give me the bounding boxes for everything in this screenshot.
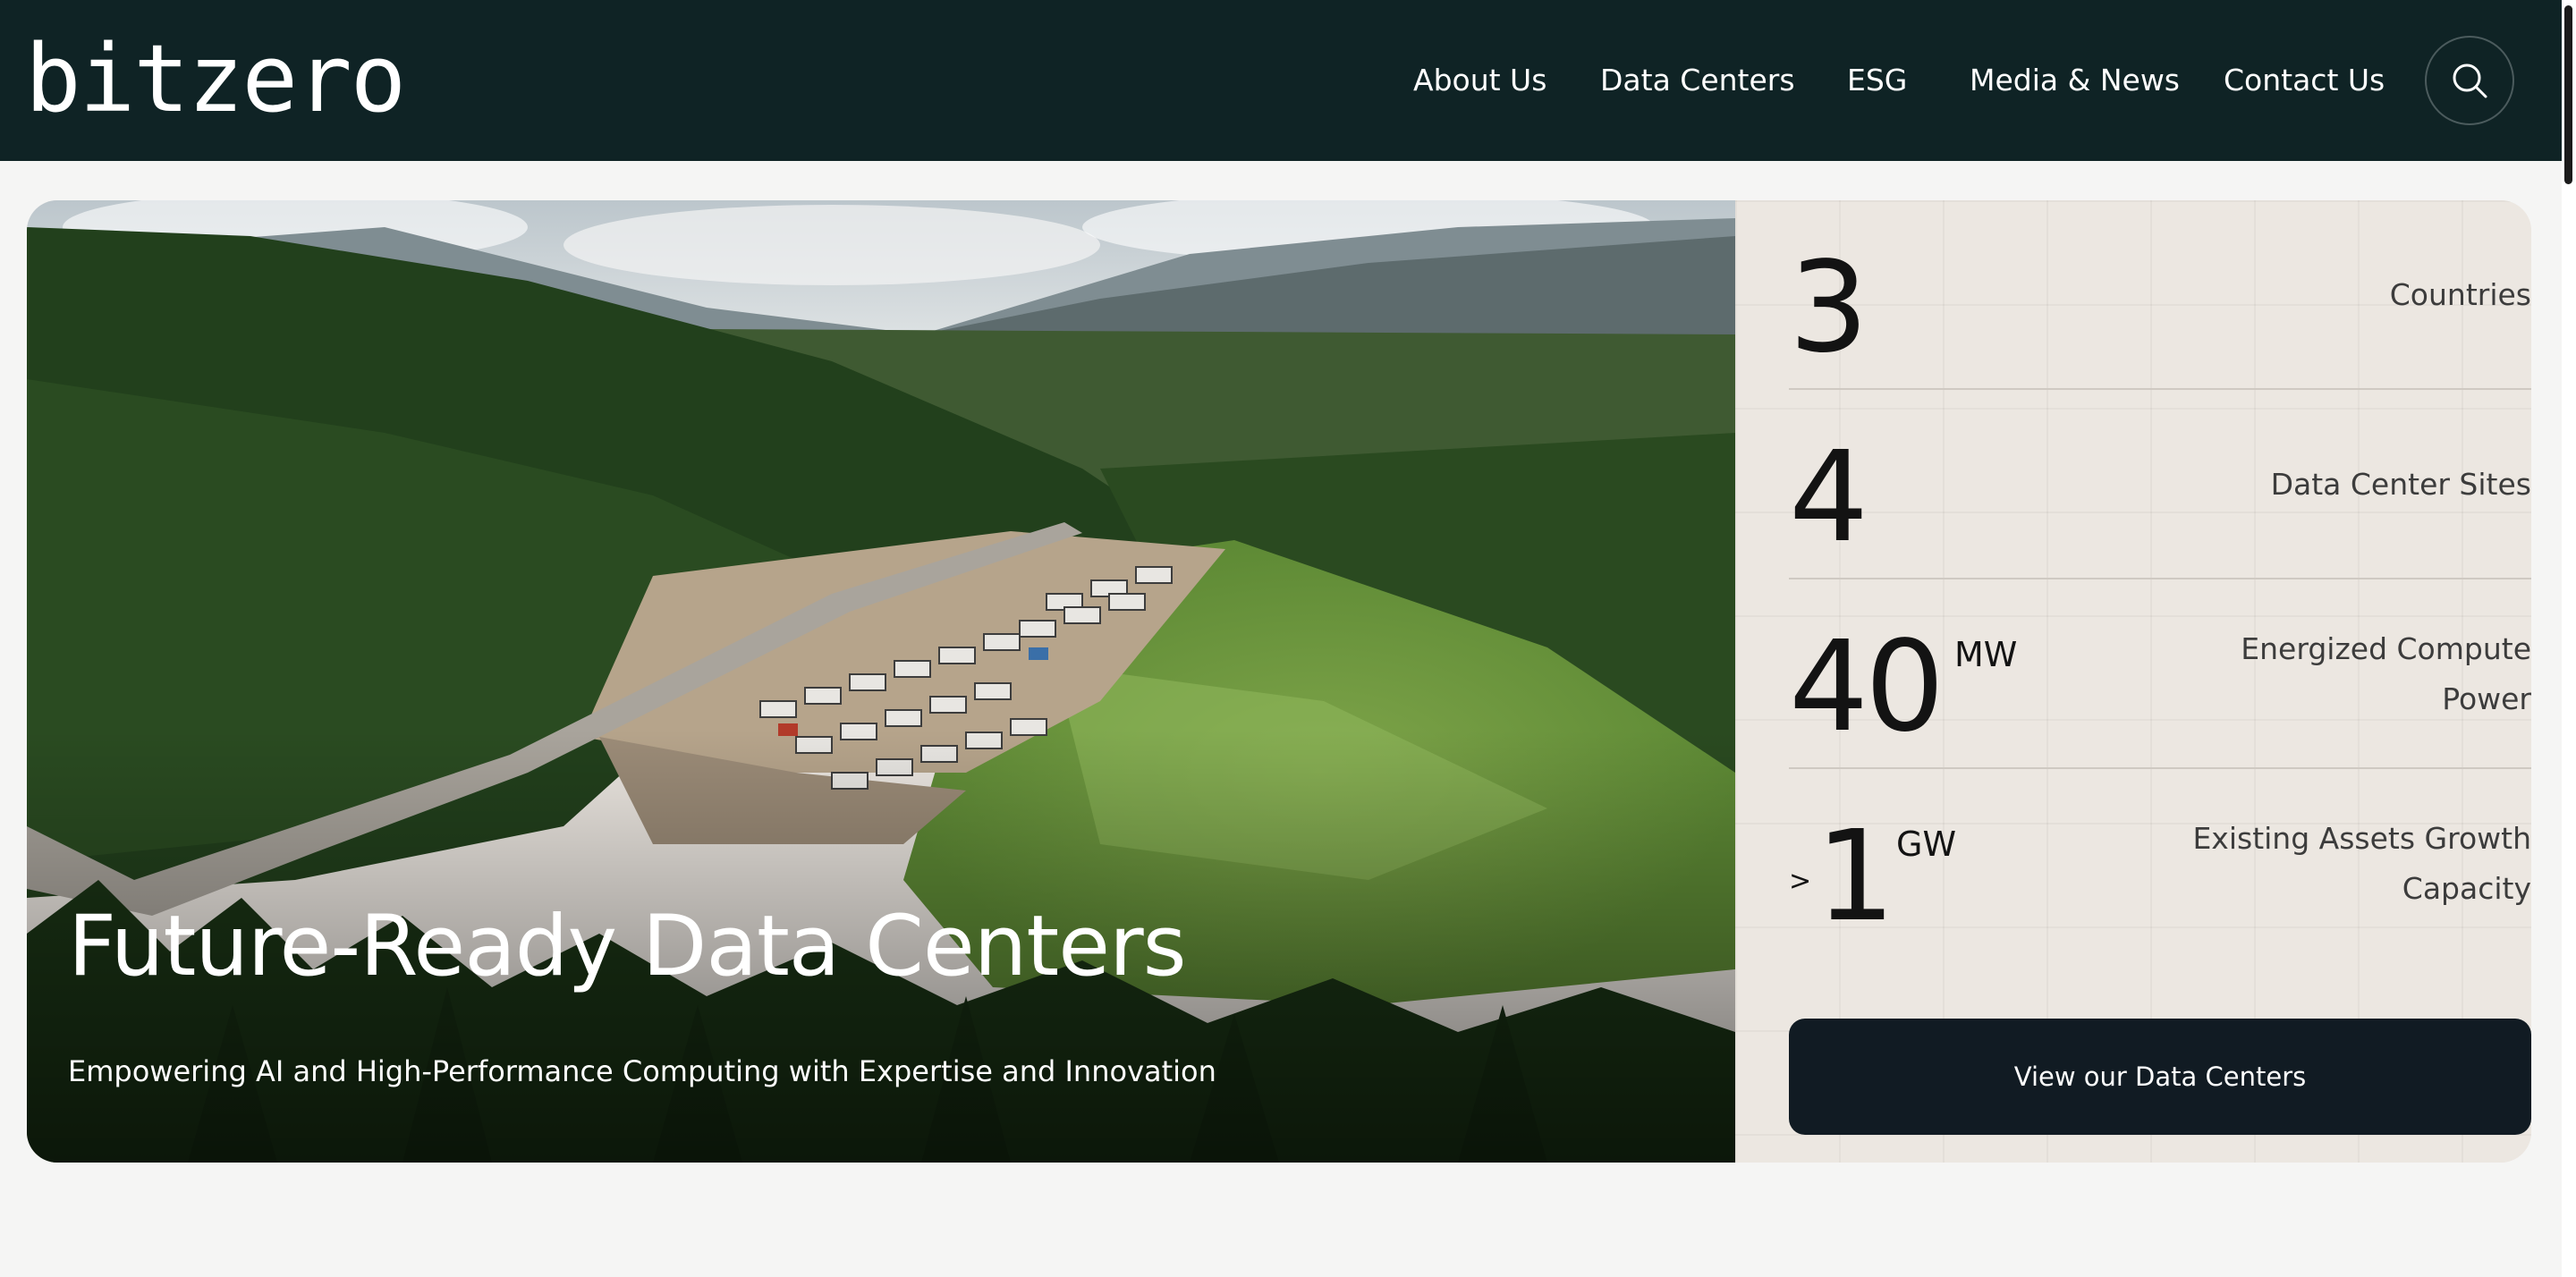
stat-unit: GW	[1896, 825, 1957, 864]
hero-card: Future-Ready Data Centers Empowering AI …	[27, 200, 2531, 1163]
stat-value: 1	[1816, 804, 1895, 950]
nav-esg[interactable]: ESG	[1847, 61, 1907, 100]
hero-subtitle: Empowering AI and High-Performance Compu…	[68, 1054, 1216, 1088]
hero-title: Future-Ready Data Centers	[68, 898, 1187, 995]
stat-label: Energized Compute Power	[2241, 631, 2531, 716]
aerial-forest-photo	[27, 200, 1735, 1163]
stat-label: Existing Assets Growth Capacity	[2192, 821, 2531, 906]
stat-value: 4	[1789, 425, 1868, 571]
scrollbar-track[interactable]	[2562, 0, 2576, 1277]
stat-data-center-sites: 4 Data Center Sites	[1789, 390, 2531, 579]
stat-label: Data Center Sites	[2270, 467, 2531, 502]
stat-countries: 3 Countries	[1789, 200, 2531, 390]
search-icon	[2453, 63, 2487, 98]
stat-unit: MW	[1954, 635, 2018, 674]
stat-growth-capacity: > 1 GW Existing Assets Growth Capacity	[1789, 769, 2531, 959]
stat-energized-compute-power: 40 MW Energized Compute Power	[1789, 579, 2531, 769]
nav-data-centers[interactable]: Data Centers	[1600, 61, 1795, 100]
nav-about-us[interactable]: About Us	[1413, 61, 1546, 100]
main-nav: About Us Data Centers ESG Media & News C…	[0, 0, 2562, 161]
nav-media-news[interactable]: Media & News	[1970, 61, 2180, 100]
nav-contact-us[interactable]: Contact Us	[2224, 61, 2385, 100]
site-header: bitzero About Us Data Centers ESG Media …	[0, 0, 2562, 161]
hero-image: Future-Ready Data Centers Empowering AI …	[27, 200, 1735, 1163]
stat-prefix: >	[1789, 866, 1812, 897]
stat-value: 3	[1789, 235, 1868, 381]
scrollbar-thumb[interactable]	[2564, 5, 2572, 184]
stats-panel: 3 Countries 4 Data Center Sites 40 MW En…	[1735, 200, 2531, 1163]
view-data-centers-button[interactable]: View our Data Centers	[1789, 1019, 2531, 1135]
stat-label: Countries	[2389, 277, 2531, 312]
stat-value: 40	[1789, 614, 1945, 760]
search-button[interactable]	[2425, 36, 2514, 125]
